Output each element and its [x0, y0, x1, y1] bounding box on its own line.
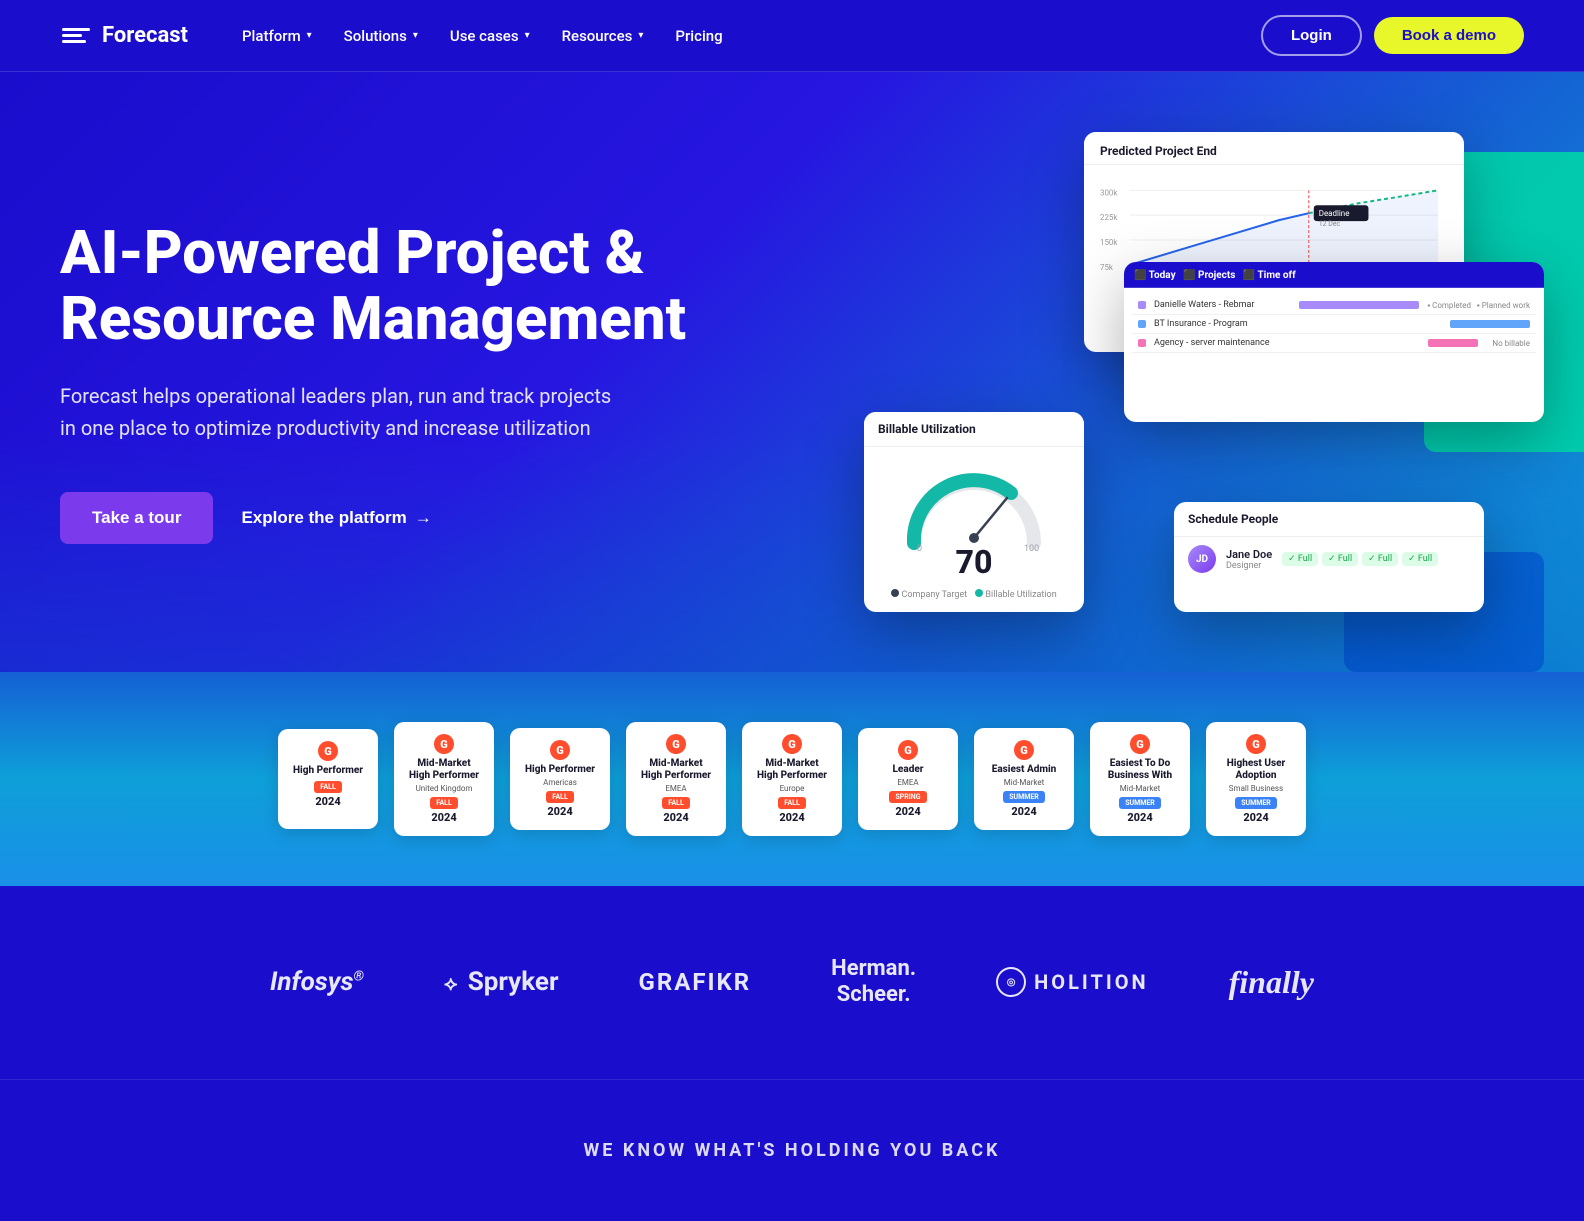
billable-utilization-card: Billable Utilization 0 100 70 Company Ta… [864, 412, 1084, 612]
nav-usecases[interactable]: Use cases ▾ [436, 19, 544, 53]
badge-highest-adoption: G Highest User Adoption Small Business S… [1206, 722, 1306, 836]
schedule-card-header: Schedule People [1174, 502, 1484, 537]
svg-text:Deadline: Deadline [1319, 209, 1350, 218]
client-herman-scheer: Herman.Scheer. [831, 956, 916, 1009]
client-spryker: ⟡ Spryker [444, 967, 558, 997]
nav-actions: Login Book a demo [1261, 15, 1524, 56]
badge-easiest-biz: G Easiest To Do Business With Mid-Market… [1090, 722, 1190, 836]
hero-visuals: Predicted Project End 300k 225k 150k 75k [844, 132, 1544, 632]
client-infosys: Infosys® [270, 967, 364, 997]
billable-card-title: Billable Utilization [864, 412, 1084, 447]
badges-section: G High Performer FALL 2024 G Mid-Market … [0, 672, 1584, 886]
chevron-down-icon: ▾ [307, 30, 312, 41]
g2-logo: G [1130, 734, 1150, 754]
nav-links: Platform ▾ Solutions ▾ Use cases ▾ Resou… [228, 19, 1261, 53]
nav-pricing[interactable]: Pricing [661, 19, 736, 53]
client-holition: ◎ HOLITION [996, 967, 1148, 997]
hero-title: AI-Powered Project & Resource Management [60, 220, 740, 352]
nav-platform[interactable]: Platform ▾ [228, 19, 326, 53]
gauge-legend: Company Target Billable Utilization [891, 589, 1056, 600]
hero-section: AI-Powered Project & Resource Management… [0, 72, 1584, 672]
g2-logo: G [550, 740, 570, 760]
clients-section: Infosys® ⟡ Spryker GRAFIKR Herman.Scheer… [0, 886, 1584, 1079]
g2-logo: G [782, 734, 802, 754]
schedule-row: JD Jane Doe Designer ✓ Full ✓ Full ✓ Ful… [1174, 537, 1484, 581]
forecast-logo-icon [60, 20, 92, 52]
res-color-dot [1138, 301, 1146, 309]
person-info: Jane Doe Designer [1226, 548, 1272, 571]
book-demo-button[interactable]: Book a demo [1374, 17, 1524, 54]
svg-text:150k: 150k [1100, 238, 1118, 247]
logo-text: Forecast [102, 23, 188, 48]
login-button[interactable]: Login [1261, 15, 1362, 56]
arrow-right-icon: → [415, 508, 432, 528]
nav-solutions[interactable]: Solutions ▾ [330, 19, 432, 53]
hero-subtitle: Forecast helps operational leaders plan,… [60, 380, 620, 444]
navigation: Forecast Platform ▾ Solutions ▾ Use case… [0, 0, 1584, 72]
take-tour-button[interactable]: Take a tour [60, 492, 213, 544]
res-bar [1428, 339, 1478, 347]
client-grafikr: GRAFIKR [638, 968, 751, 996]
svg-text:300k: 300k [1100, 188, 1118, 197]
gauge-value: 70 [956, 543, 993, 581]
resource-row: BT Insurance - Program [1132, 315, 1536, 334]
schedule-tags: ✓ Full ✓ Full ✓ Full ✓ Full [1282, 552, 1438, 566]
res-color-dot [1138, 320, 1146, 328]
resource-row: Danielle Waters - Rebmar ▪ Completed ▪ P… [1132, 296, 1536, 315]
svg-text:12 Dec: 12 Dec [1319, 220, 1341, 228]
svg-text:75k: 75k [1100, 263, 1114, 272]
holition-icon: ◎ [996, 967, 1026, 997]
avatar: JD [1188, 545, 1216, 573]
g2-logo: G [1246, 734, 1266, 754]
resource-card-header: ⬛ Today ⬛ Projects ⬛ Time off [1124, 262, 1544, 288]
badge-midmarket-europe: G Mid-Market High Performer Europe FALL … [742, 722, 842, 836]
logo[interactable]: Forecast [60, 20, 188, 52]
g2-logo: G [898, 740, 918, 760]
badge-easiest-admin: G Easiest Admin Mid-Market SUMMER 2024 [974, 728, 1074, 830]
badge-high-performer-americas: G High Performer Americas FALL 2024 [510, 728, 610, 830]
resource-row: Agency - server maintenance No billable [1132, 334, 1536, 353]
chevron-down-icon: ▾ [525, 30, 530, 41]
badge-leader-emea: G Leader EMEA SPRING 2024 [858, 728, 958, 830]
svg-text:0: 0 [917, 544, 922, 553]
resource-table-body: Danielle Waters - Rebmar ▪ Completed ▪ P… [1124, 288, 1544, 361]
g2-logo: G [1014, 740, 1034, 760]
res-color-dot [1138, 339, 1146, 347]
hero-content: AI-Powered Project & Resource Management… [60, 220, 740, 544]
g2-logo: G [318, 741, 338, 761]
resource-table-card: ⬛ Today ⬛ Projects ⬛ Time off Danielle W… [1124, 262, 1544, 422]
svg-text:225k: 225k [1100, 213, 1118, 222]
g2-logo: G [434, 734, 454, 754]
badge-midmarket-uk: G Mid-Market High Performer United Kingd… [394, 722, 494, 836]
gauge-container: 0 100 70 Company Target Billable Utiliza… [864, 447, 1084, 612]
g2-logo: G [666, 734, 686, 754]
predicted-card-header: Predicted Project End [1084, 132, 1464, 165]
bottom-cta-section: WE KNOW WHAT'S HOLDING YOU BACK [0, 1079, 1584, 1221]
hero-buttons: Take a tour Explore the platform → [60, 492, 740, 544]
bottom-cta-title: WE KNOW WHAT'S HOLDING YOU BACK [60, 1140, 1524, 1161]
explore-platform-button[interactable]: Explore the platform → [241, 508, 431, 528]
badge-midmarket-emea: G Mid-Market High Performer EMEA FALL 20… [626, 722, 726, 836]
chevron-down-icon: ▾ [638, 30, 643, 41]
nav-resources[interactable]: Resources ▾ [548, 19, 658, 53]
res-bar [1450, 320, 1530, 328]
chevron-down-icon: ▾ [413, 30, 418, 41]
badge-high-performer-fall: G High Performer FALL 2024 [278, 729, 378, 829]
svg-text:100: 100 [1024, 544, 1039, 553]
gauge-svg: 0 100 [899, 463, 1049, 553]
schedule-people-card: Schedule People JD Jane Doe Designer ✓ F… [1174, 502, 1484, 612]
res-bar [1299, 301, 1419, 309]
client-finally: finally [1229, 964, 1314, 1001]
